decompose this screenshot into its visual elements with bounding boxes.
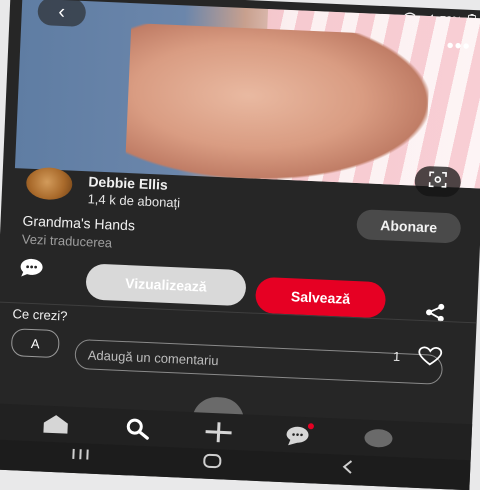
like-count: 1: [392, 348, 401, 365]
visual-search-button[interactable]: [414, 165, 462, 198]
chat-icon[interactable]: [283, 423, 315, 452]
author-avatar[interactable]: [25, 166, 73, 201]
comments-prompt: Ce crezi?: [12, 306, 68, 324]
heart-icon[interactable]: [416, 346, 443, 372]
home-system-icon[interactable]: [202, 453, 223, 475]
author-name[interactable]: Debbie Ellis: [88, 173, 168, 192]
visit-button[interactable]: Vizualizează: [85, 263, 247, 307]
back-system-icon[interactable]: [340, 459, 355, 481]
more-icon: •••: [446, 34, 472, 58]
follow-button[interactable]: Abonare: [356, 209, 462, 244]
app-screen: 72% ‹ ••• Debbie Ellis 1,4 k de abonați …: [0, 0, 480, 490]
profile-icon[interactable]: [363, 428, 394, 454]
translate-link[interactable]: Vezi traducerea: [22, 231, 113, 250]
pin-title: Grandma's Hands: [22, 212, 136, 234]
notification-dot: [307, 423, 315, 430]
photo-hands: [124, 23, 432, 186]
back-button[interactable]: ‹: [37, 0, 87, 28]
home-icon[interactable]: [41, 414, 70, 440]
search-icon[interactable]: [123, 417, 152, 445]
recent-apps-icon[interactable]: [70, 447, 91, 467]
comment-icon[interactable]: [18, 256, 45, 284]
lens-icon: [428, 170, 447, 193]
more-options-button[interactable]: •••: [446, 35, 471, 59]
back-icon: ‹: [57, 0, 66, 23]
follower-count: 1,4 k de abonați: [87, 191, 181, 211]
share-icon[interactable]: [422, 302, 447, 328]
user-avatar[interactable]: A: [10, 328, 60, 359]
pin-image[interactable]: [14, 0, 480, 189]
comment-input[interactable]: Adaugă un comentariu: [74, 338, 444, 385]
save-button[interactable]: Salvează: [254, 276, 387, 319]
section-divider: [0, 301, 477, 324]
plus-icon[interactable]: [203, 421, 234, 449]
